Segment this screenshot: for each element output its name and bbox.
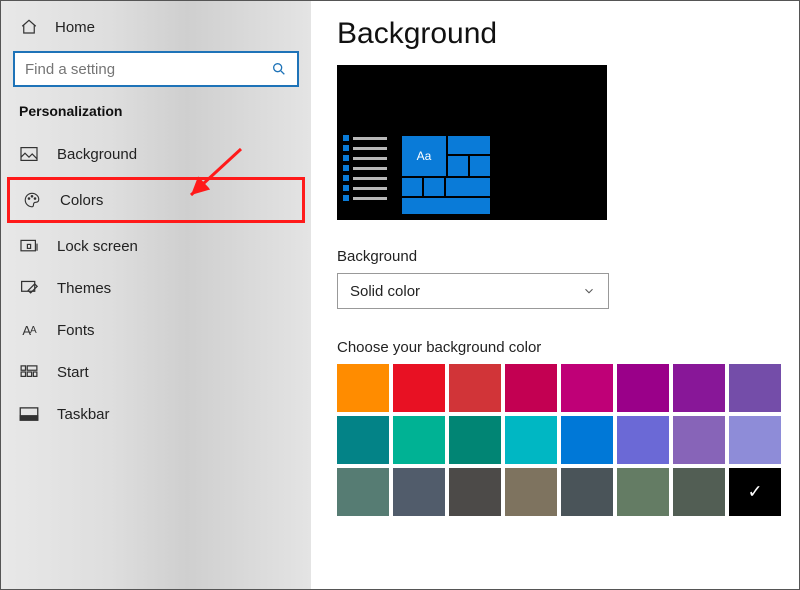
- color-swatch[interactable]: [393, 468, 445, 516]
- sidebar-item-background[interactable]: Background: [1, 133, 311, 175]
- settings-window: Home Personalization Background: [0, 0, 800, 590]
- background-type-dropdown[interactable]: Solid color: [337, 273, 609, 309]
- color-swatch[interactable]: [505, 416, 557, 464]
- chevron-down-icon: [582, 284, 596, 298]
- themes-icon: [19, 278, 39, 298]
- start-icon: [19, 362, 39, 382]
- color-swatch[interactable]: [561, 364, 613, 412]
- sidebar-item-start[interactable]: Start: [1, 351, 311, 393]
- preview-tiles: Aa: [401, 135, 491, 215]
- search-box[interactable]: [13, 51, 299, 87]
- color-swatch[interactable]: [617, 416, 669, 464]
- background-preview: Aa: [337, 65, 607, 220]
- color-swatch[interactable]: [617, 468, 669, 516]
- sidebar-item-label: Colors: [60, 192, 103, 209]
- search-container: [13, 51, 299, 87]
- color-swatch[interactable]: [449, 364, 501, 412]
- sidebar-item-label: Themes: [57, 280, 111, 297]
- color-swatch[interactable]: [561, 416, 613, 464]
- color-swatch[interactable]: [337, 416, 389, 464]
- color-swatch[interactable]: [505, 468, 557, 516]
- sidebar-item-colors[interactable]: Colors: [7, 177, 305, 223]
- sidebar-home[interactable]: Home: [1, 9, 311, 51]
- color-swatch[interactable]: [393, 364, 445, 412]
- background-type-label: Background: [337, 248, 773, 265]
- sidebar-item-label: Start: [57, 364, 89, 381]
- color-section-label: Choose your background color: [337, 339, 773, 356]
- sidebar-home-label: Home: [55, 19, 95, 36]
- page-title: Background: [337, 17, 773, 51]
- sidebar-nav: Background Colors Lock screen Themes: [1, 133, 311, 435]
- color-swatch[interactable]: [337, 364, 389, 412]
- color-swatch[interactable]: [449, 468, 501, 516]
- sidebar-item-label: Fonts: [57, 322, 95, 339]
- color-swatch[interactable]: [337, 468, 389, 516]
- color-swatch[interactable]: [673, 364, 725, 412]
- search-input[interactable]: [25, 61, 271, 78]
- sidebar-category-title: Personalization: [1, 101, 311, 127]
- sidebar-item-taskbar[interactable]: Taskbar: [1, 393, 311, 435]
- color-swatch[interactable]: [561, 468, 613, 516]
- home-icon: [19, 17, 39, 37]
- preview-tile-aa: Aa: [401, 135, 447, 177]
- background-type-value: Solid color: [350, 283, 420, 300]
- color-swatch[interactable]: [729, 468, 781, 516]
- color-swatch[interactable]: [729, 364, 781, 412]
- search-icon: [271, 61, 287, 77]
- sidebar-item-lockscreen[interactable]: Lock screen: [1, 225, 311, 267]
- palette-icon: [22, 190, 42, 210]
- lockscreen-icon: [19, 236, 39, 256]
- sidebar-item-label: Lock screen: [57, 238, 138, 255]
- sidebar-item-themes[interactable]: Themes: [1, 267, 311, 309]
- sidebar-item-label: Taskbar: [57, 406, 110, 423]
- color-swatch[interactable]: [505, 364, 557, 412]
- color-swatch[interactable]: [673, 416, 725, 464]
- color-swatch[interactable]: [729, 416, 781, 464]
- taskbar-icon: [19, 404, 39, 424]
- color-swatch[interactable]: [393, 416, 445, 464]
- color-swatch[interactable]: [673, 468, 725, 516]
- sidebar-item-label: Background: [57, 146, 137, 163]
- sidebar: Home Personalization Background: [1, 1, 311, 589]
- color-swatch-grid: [337, 364, 773, 516]
- main-content: Background Aa Backgrou: [311, 1, 799, 589]
- fonts-icon: AA: [19, 320, 39, 340]
- picture-icon: [19, 144, 39, 164]
- preview-start-list: [343, 135, 387, 201]
- color-swatch[interactable]: [449, 416, 501, 464]
- color-swatch[interactable]: [617, 364, 669, 412]
- sidebar-item-fonts[interactable]: AA Fonts: [1, 309, 311, 351]
